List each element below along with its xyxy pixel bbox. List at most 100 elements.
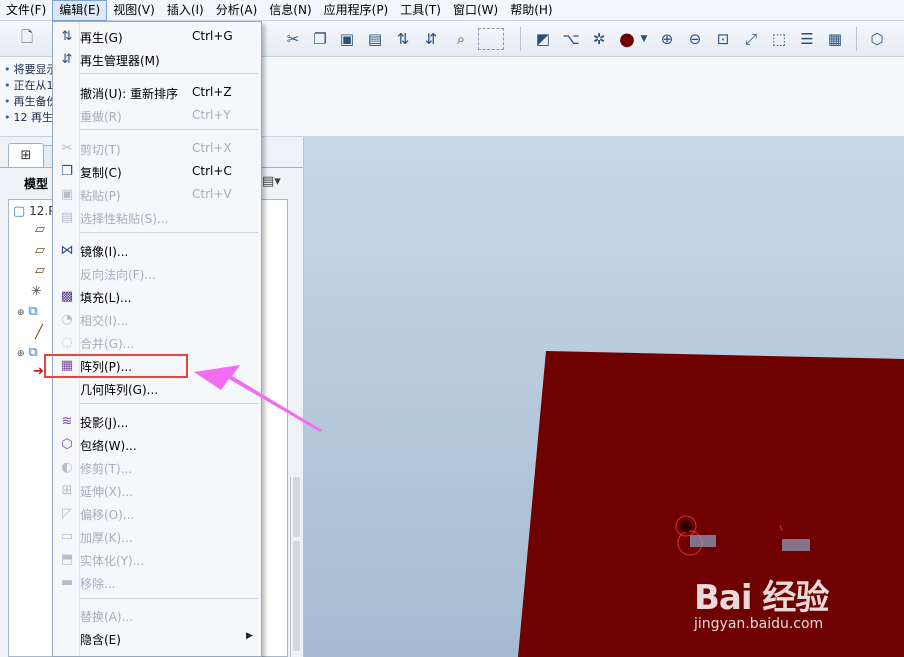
tree-item[interactable]: ✳: [31, 284, 42, 299]
tree-item[interactable]: ➔: [33, 364, 44, 379]
watermark-url: jingyan.baidu.com: [694, 616, 824, 632]
cut-icon[interactable]: ✂: [282, 28, 304, 50]
menu-file[interactable]: 文件(F): [0, 0, 52, 21]
panel-scrollbar[interactable]: [290, 477, 301, 657]
menu-item-label: 移除...: [80, 577, 116, 591]
menu-info[interactable]: 信息(N): [263, 0, 317, 21]
tree-item[interactable]: ⊕ ⧉: [17, 304, 38, 319]
menu-item-label: 复制(C): [80, 166, 122, 180]
model-tree-tab[interactable]: ⊞: [8, 143, 44, 167]
appearance-icon[interactable]: ●: [616, 28, 638, 50]
menu-item-shortcut: Ctrl+Z: [192, 85, 232, 99]
menu-item-shortcut: Ctrl+X: [192, 141, 232, 155]
menu-analysis[interactable]: 分析(A): [210, 0, 264, 21]
menu-item-merge[interactable]: ◌ 合并(G)...: [53, 331, 261, 353]
menu-item-intersect[interactable]: ◔ 相交(I)...: [53, 308, 261, 330]
settings-dropdown-icon[interactable]: ▤▾: [262, 174, 281, 189]
menu-help[interactable]: 帮助(H): [504, 0, 558, 21]
menu-item-undo[interactable]: 撤消(U): 重新排序 Ctrl+Z: [53, 81, 261, 103]
menu-item-label: 撤消(U): 重新排序: [80, 87, 179, 101]
tree-item[interactable]: ▱: [35, 243, 45, 258]
trim-icon: ◐: [61, 459, 73, 475]
copy-icon[interactable]: ❐: [309, 28, 331, 50]
menu-item-thicken[interactable]: ▭ 加厚(K)...: [53, 525, 261, 547]
display-style-icon[interactable]: ⬡: [866, 28, 888, 50]
datum-icon[interactable]: ⌥: [560, 28, 582, 50]
menu-item-copy[interactable]: ❐ 复制(C) Ctrl+C: [53, 160, 261, 182]
spin-center-icon[interactable]: ✲: [588, 28, 610, 50]
menu-item-solidify[interactable]: ⬒ 实体化(Y)...: [53, 548, 261, 570]
watermark-logo: Bai 经验: [694, 578, 829, 618]
menu-item-extend[interactable]: ⊞ 延伸(X)...: [53, 479, 261, 501]
zoom-in-icon[interactable]: ⊕: [656, 28, 678, 50]
toolbar-separator: [520, 27, 521, 51]
menu-edit[interactable]: 编辑(E): [52, 0, 108, 21]
scrollbar-thumb[interactable]: [293, 477, 300, 537]
menu-item-label: 填充(L)...: [80, 291, 132, 305]
menu-applications[interactable]: 应用程序(P): [318, 0, 395, 21]
highlight-box: [44, 354, 188, 378]
menu-item-replace[interactable]: 替换(A)...: [53, 604, 261, 626]
select-box-icon[interactable]: [478, 28, 504, 50]
menu-item-regenerate[interactable]: ⇅ 再生(G) Ctrl+G: [53, 25, 261, 47]
tree-item[interactable]: ▱: [35, 222, 45, 237]
menu-item-shortcut: Ctrl+Y: [192, 108, 231, 122]
menu-item-suppress[interactable]: 隐含(E) ▶: [53, 627, 261, 649]
datum-point: [680, 520, 692, 532]
menu-item-offset[interactable]: ◸ 偏移(O)...: [53, 502, 261, 524]
menu-view[interactable]: 视图(V): [107, 0, 161, 21]
tree-item[interactable]: ⊕ ⧉: [17, 345, 38, 360]
new-file-icon[interactable]: 🗋: [16, 28, 38, 50]
layers-icon[interactable]: ☰: [796, 28, 818, 50]
sketch-icon[interactable]: ◩: [532, 28, 554, 50]
paste-icon[interactable]: ▣: [336, 28, 358, 50]
fill-icon: ▩: [60, 288, 74, 304]
datum-axis-icon: ╱: [35, 325, 43, 340]
menu-item-mirror[interactable]: ⋈ 镜像(I)...: [53, 239, 261, 261]
copy-icon: ❐: [61, 163, 73, 179]
reorient-icon[interactable]: ⤢: [740, 28, 762, 50]
menu-item-shortcut: Ctrl+V: [192, 187, 232, 201]
regen-manager-icon[interactable]: ⇵: [420, 28, 442, 50]
menu-tools[interactable]: 工具(T): [394, 0, 447, 21]
tree-root[interactable]: ▢ 12.P: [13, 204, 55, 219]
expand-icon[interactable]: ⊕: [17, 349, 25, 359]
menu-item-flip-normal[interactable]: 反向法向(F)...: [53, 262, 261, 284]
menu-separator: [80, 403, 258, 404]
edit-menu: ⇅ 再生(G) Ctrl+G ⇵ 再生管理器(M) 撤消(U): 重新排序 Ct…: [52, 21, 262, 657]
menu-item-project[interactable]: ≋ 投影(J)...: [53, 410, 261, 432]
menu-item-wrap[interactable]: ⬡ 包络(W)...: [53, 433, 261, 455]
menu-insert[interactable]: 插入(I): [161, 0, 210, 21]
feature-icon: ⧉: [28, 345, 38, 360]
chevron-down-icon[interactable]: ▼: [638, 28, 650, 50]
menu-bar: 文件(F) 编辑(E) 视图(V) 插入(I) 分析(A) 信息(N) 应用程序…: [0, 0, 904, 21]
expand-icon[interactable]: ⊕: [17, 308, 25, 318]
menu-window[interactable]: 窗口(W): [447, 0, 504, 21]
menu-item-regen-manager[interactable]: ⇵ 再生管理器(M): [53, 48, 261, 70]
regenerate-icon: ⇅: [61, 28, 73, 44]
menu-item-label: 几何阵列(G)...: [80, 383, 159, 397]
watermark: Bai 经验 jingyan.baidu.com: [694, 560, 894, 650]
regenerate-icon[interactable]: ⇅: [392, 28, 414, 50]
menu-item-trim[interactable]: ◐ 修剪(T)...: [53, 456, 261, 478]
menu-item-paste[interactable]: ▣ 粘贴(P) Ctrl+V: [53, 183, 261, 205]
tree-item[interactable]: ▱: [35, 263, 45, 278]
view-manager-icon[interactable]: ▦: [824, 28, 846, 50]
menu-item-geometry-pattern[interactable]: 几何阵列(G)...: [53, 377, 261, 399]
menu-item-remove[interactable]: ▬ 移除...: [53, 571, 261, 593]
saved-views-icon[interactable]: ⬚: [768, 28, 790, 50]
menu-item-label: 替换(A)...: [80, 610, 134, 624]
find-icon[interactable]: ⌕: [450, 28, 472, 50]
scrollbar-thumb[interactable]: [293, 541, 300, 651]
refit-icon[interactable]: ⊡: [712, 28, 734, 50]
tree-item[interactable]: ╱: [35, 325, 43, 340]
menu-item-fill[interactable]: ▩ 填充(L)...: [53, 285, 261, 307]
menu-item-paste-special[interactable]: ▤ 选择性粘贴(S)...: [53, 206, 261, 228]
menu-item-cut[interactable]: ✂ 剪切(T) Ctrl+X: [53, 137, 261, 159]
menu-item-redo[interactable]: 重做(R) Ctrl+Y: [53, 104, 261, 126]
remove-icon: ▬: [60, 574, 74, 590]
zoom-out-icon[interactable]: ⊖: [684, 28, 706, 50]
datum-plane-icon: ▱: [35, 243, 45, 258]
paste-special-icon[interactable]: ▤: [364, 28, 386, 50]
intersect-icon: ◔: [61, 311, 73, 327]
